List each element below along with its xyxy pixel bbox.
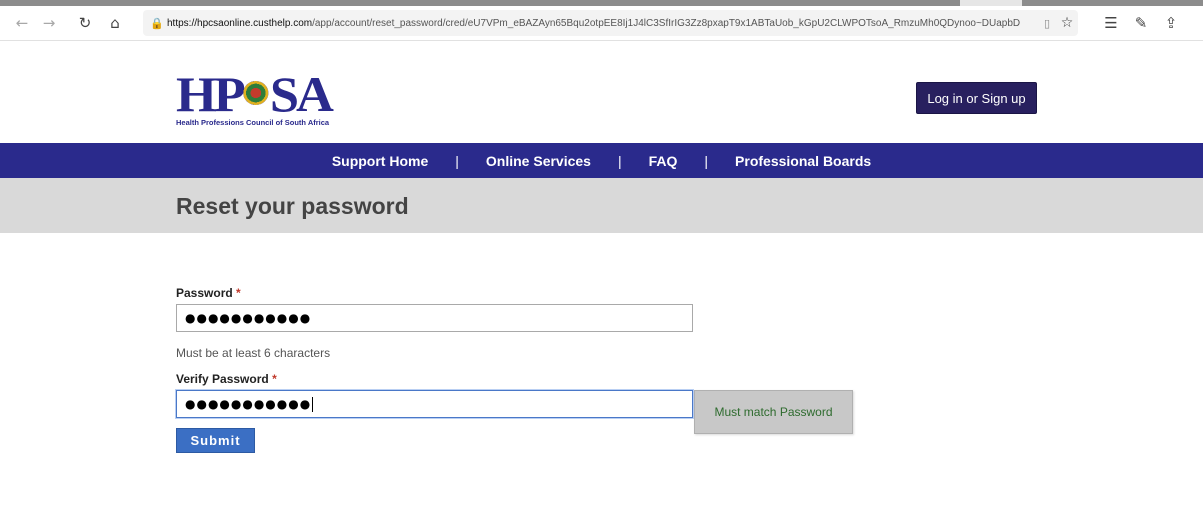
main-nav: Support Home | Online Services | FAQ | P… [0,143,1203,178]
verify-password-tooltip: Must match Password [694,390,853,434]
password-input[interactable]: ●●●●●●●●●●● [176,304,693,332]
browser-toolbar: ← → ↻ ⌂ 🔒 https://hpcsaonline.custhelp.c… [0,6,1203,41]
address-url[interactable]: https://hpcsaonline.custhelp.com/app/acc… [167,18,1038,29]
verify-password-input[interactable]: ●●●●●●●●●●● [176,390,693,418]
pen-icon[interactable]: ✎ [1128,6,1154,40]
password-label: Password * [176,286,241,300]
logo-mark: HP SA [176,66,334,122]
share-icon[interactable]: ⇪ [1158,6,1184,40]
nav-separator: | [617,152,622,169]
verify-password-label: Verify Password * [176,372,277,386]
required-mark: * [236,286,241,300]
nav-item-online-services[interactable]: Online Services [486,153,591,169]
forward-arrow-icon[interactable]: → [36,6,62,40]
password-value: ●●●●●●●●●●● [185,311,312,325]
hpcsa-logo[interactable]: HP SA Health Professions Council of South… [176,69,341,131]
nav-separator: | [455,152,459,169]
login-signup-button[interactable]: Log in or Sign up [916,82,1037,114]
password-label-text: Password [176,286,233,300]
nav-item-faq[interactable]: FAQ [649,153,678,169]
reader-view-icon[interactable]: ▯ [1038,17,1056,30]
crest-icon [243,81,269,105]
star-icon[interactable]: ☆ [1056,15,1078,31]
favorites-list-icon[interactable]: ☰ [1098,6,1124,40]
address-bar[interactable]: 🔒 https://hpcsaonline.custhelp.com/app/a… [143,10,1078,36]
password-hint: Must be at least 6 characters [176,346,331,360]
text-caret [312,396,314,412]
back-arrow-icon[interactable]: ← [9,6,35,40]
page-title-band: Reset your password [0,178,1203,233]
nav-item-support-home[interactable]: Support Home [332,153,428,169]
verify-password-value: ●●●●●●●●●●● [185,397,312,411]
page-title: Reset your password [176,193,409,219]
lock-icon: 🔒 [150,16,164,30]
nav-separator: | [704,152,709,169]
required-mark: * [272,372,277,386]
home-icon[interactable]: ⌂ [102,6,128,40]
refresh-icon[interactable]: ↻ [72,6,98,40]
verify-password-label-text: Verify Password [176,372,269,386]
nav-item-professional-boards[interactable]: Professional Boards [735,153,871,169]
submit-button[interactable]: Submit [176,428,255,453]
